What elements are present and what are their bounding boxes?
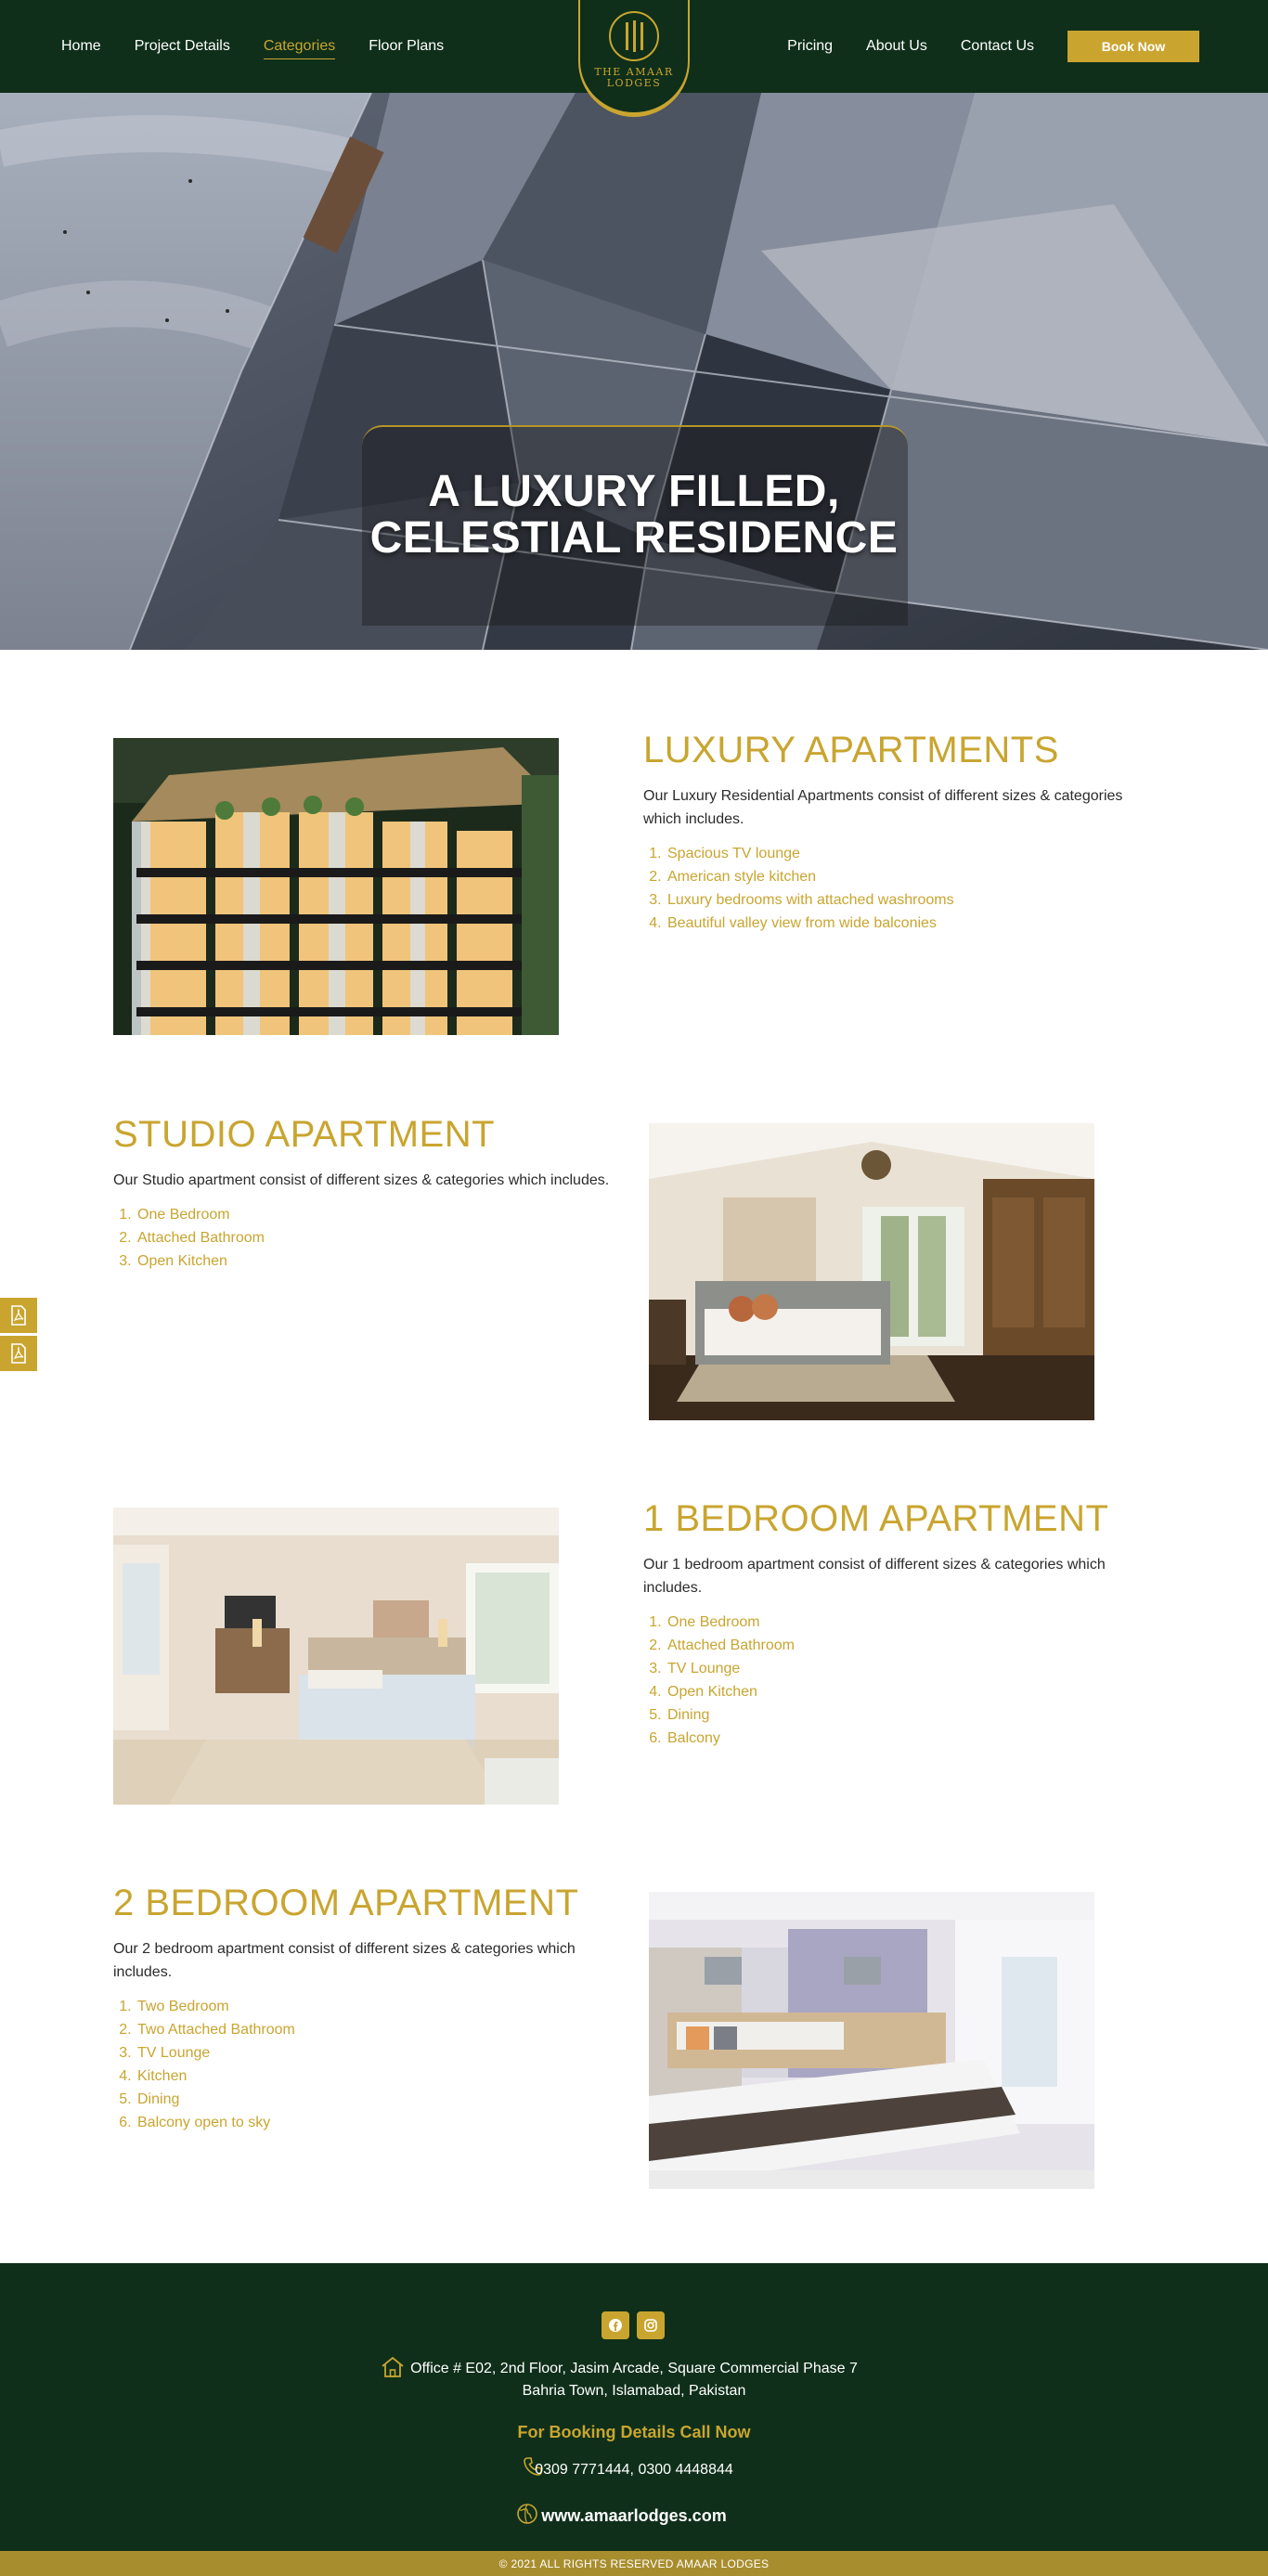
section-description: Our 1 bedroom apartment consist of diffe… <box>643 1557 1106 1596</box>
facebook-icon[interactable] <box>602 2311 629 2339</box>
section-title: LUXURY APARTMENTS <box>643 730 1059 770</box>
list-item: Open Kitchen <box>666 1680 1163 1703</box>
website-link[interactable]: www.amaarlodges.com <box>0 2506 1268 2526</box>
feature-list: Two Bedroom Two Attached Bathroom TV Lou… <box>113 1995 633 2134</box>
section-description: Our 2 bedroom apartment consist of diffe… <box>113 1941 576 1980</box>
nav-pricing[interactable]: Pricing <box>787 34 833 58</box>
list-item: Two Attached Bathroom <box>136 2018 633 2041</box>
section-title: 1 BEDROOM APARTMENT <box>643 1498 1109 1539</box>
list-item: Two Bedroom <box>136 1995 633 2018</box>
section-description: Our Studio apartment consist of differen… <box>113 1172 610 1188</box>
book-now-button[interactable]: Book Now <box>1067 31 1199 62</box>
list-item: One Bedroom <box>136 1203 633 1226</box>
nav-categories[interactable]: Categories <box>263 34 336 59</box>
hero-title-line2: CELESTIAL RESIDENCE <box>369 513 899 563</box>
feature-list: One Bedroom Attached Bathroom TV Lounge … <box>643 1611 1163 1750</box>
list-item: Luxury bedrooms with attached washrooms <box>666 888 1163 912</box>
booking-heading: For Booking Details Call Now <box>517 2423 751 2441</box>
pdf-icon <box>11 1343 26 1364</box>
address-line2: Bahria Town, Islamabad, Pakistan <box>522 2383 746 2399</box>
feature-list: One Bedroom Attached Bathroom Open Kitch… <box>113 1203 633 1273</box>
section-title: 2 BEDROOM APARTMENT <box>113 1883 579 1923</box>
list-item: Dining <box>666 1703 1163 1727</box>
list-item: Attached Bathroom <box>666 1634 1163 1657</box>
pdf-download-tab[interactable] <box>0 1298 37 1333</box>
logo-line2: LODGES <box>606 77 662 89</box>
office-address: Office # E02, 2nd Floor, Jasim Arcade, S… <box>0 2358 1268 2402</box>
luxury-apartments-text: LUXURY APARTMENTS Our Luxury Residential… <box>643 729 1163 935</box>
address-line1: Office # E02, 2nd Floor, Jasim Arcade, S… <box>410 2361 858 2376</box>
main-nav-left: Home Project Details Categories Floor Pl… <box>61 0 477 93</box>
list-item: Open Kitchen <box>136 1249 633 1273</box>
list-item: TV Lounge <box>666 1657 1163 1680</box>
instagram-icon[interactable] <box>637 2311 665 2339</box>
nav-home[interactable]: Home <box>61 34 101 58</box>
list-item: Spacious TV lounge <box>666 842 1163 865</box>
list-item: Balcony <box>666 1727 1163 1750</box>
feature-list: Spacious TV lounge American style kitche… <box>643 842 1163 935</box>
social-links <box>602 2311 665 2339</box>
copyright-bar: © 2021 ALL RIGHTS RESERVED AMAAR LODGES <box>0 2551 1268 2576</box>
list-item: TV Lounge <box>136 2041 633 2065</box>
section-title: STUDIO APARTMENT <box>113 1114 496 1155</box>
one-bedroom-image <box>113 1508 559 1805</box>
list-item: Attached Bathroom <box>136 1226 633 1249</box>
nav-floor-plans[interactable]: Floor Plans <box>369 34 444 58</box>
site-footer: Office # E02, 2nd Floor, Jasim Arcade, S… <box>0 2263 1268 2551</box>
hero-title-line1: A LUXURY FILLED, <box>428 467 840 516</box>
nav-project-details[interactable]: Project Details <box>135 34 230 58</box>
nav-about-us[interactable]: About Us <box>866 34 927 58</box>
luxury-apartments-image <box>113 738 559 1035</box>
hero-title: A LUXURY FILLED, CELESTIAL RESIDENCE <box>0 469 1268 562</box>
list-item: Kitchen <box>136 2065 633 2088</box>
one-bedroom-text: 1 BEDROOM APARTMENT Our 1 bedroom apartm… <box>643 1497 1163 1750</box>
nav-contact-us[interactable]: Contact Us <box>961 34 1034 58</box>
list-item: Beautiful valley view from wide balconie… <box>666 912 1163 935</box>
studio-apartment-image <box>649 1123 1094 1420</box>
site-logo[interactable]: THE AMAAR LODGES <box>578 0 690 117</box>
pdf-download-tab[interactable] <box>0 1336 37 1371</box>
main-nav-right: Pricing About Us Contact Us Book Now <box>787 0 1199 93</box>
section-description: Our Luxury Residential Apartments consis… <box>643 788 1123 827</box>
list-item: Balcony open to sky <box>136 2111 633 2134</box>
list-item: Dining <box>136 2088 633 2111</box>
logo-emblem-icon <box>609 11 659 61</box>
logo-text: THE AMAAR LODGES <box>594 67 673 89</box>
two-bedroom-image <box>649 1892 1094 2189</box>
list-item: American style kitchen <box>666 865 1163 888</box>
hero-section <box>0 93 1268 650</box>
list-item: One Bedroom <box>666 1611 1163 1634</box>
studio-apartment-text: STUDIO APARTMENT Our Studio apartment co… <box>113 1113 633 1273</box>
two-bedroom-text: 2 BEDROOM APARTMENT Our 2 bedroom apartm… <box>113 1882 633 2134</box>
phone-numbers[interactable]: 0309 7771444, 0300 4448844 <box>0 2462 1268 2479</box>
pdf-icon <box>11 1305 26 1326</box>
